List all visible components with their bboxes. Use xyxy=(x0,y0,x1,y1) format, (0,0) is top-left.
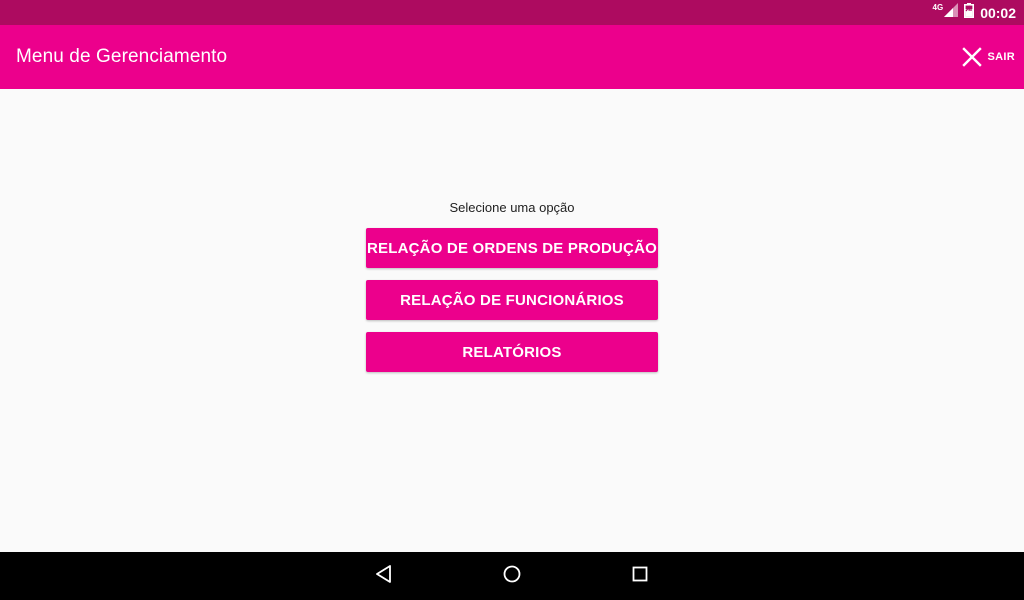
page-title: Menu de Gerenciamento xyxy=(16,46,228,67)
sair-label: SAIR xyxy=(987,51,1015,63)
employees-button[interactable]: RELAÇÃO DE FUNCIONÁRIOS xyxy=(366,280,658,320)
recents-icon xyxy=(631,565,649,588)
signal-icon xyxy=(944,3,959,22)
close-icon xyxy=(961,47,982,67)
production-orders-button[interactable]: RELAÇÃO DE ORDENS DE PRODUÇÃO xyxy=(366,228,658,268)
home-button[interactable] xyxy=(488,552,536,600)
recents-button[interactable] xyxy=(616,552,664,600)
home-icon xyxy=(502,564,522,589)
status-clock: 00:02 xyxy=(980,4,1016,21)
sair-button[interactable]: SAIR xyxy=(956,41,1015,73)
select-option-prompt: Selecione uma opção xyxy=(449,200,575,215)
navigation-bar xyxy=(0,552,1024,600)
battery-icon xyxy=(964,2,975,23)
back-button[interactable] xyxy=(360,552,408,600)
status-bar: 4G 00:02 xyxy=(0,0,1024,25)
main-content: Selecione uma opção RELAÇÃO DE ORDENS DE… xyxy=(0,89,1024,552)
back-icon xyxy=(374,564,394,589)
network-type: 4G xyxy=(932,3,944,12)
reports-button[interactable]: RELATÓRIOS xyxy=(366,332,658,372)
app-bar: Menu de Gerenciamento SAIR xyxy=(0,25,1024,89)
